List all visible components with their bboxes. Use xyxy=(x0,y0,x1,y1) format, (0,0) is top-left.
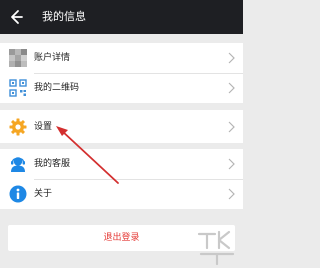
chevron-right-icon xyxy=(228,82,235,94)
my-qr-code-row[interactable]: 我的二维码 xyxy=(0,73,243,103)
settings-group: 设置 xyxy=(0,110,243,143)
help-group: 我的客服 关于 xyxy=(0,149,243,209)
page-title: 我的信息 xyxy=(42,10,86,23)
chevron-right-icon xyxy=(228,158,235,170)
back-arrow-icon[interactable] xyxy=(8,9,24,25)
chevron-right-icon xyxy=(228,52,235,64)
gear-icon xyxy=(9,118,27,136)
chevron-right-icon xyxy=(228,188,235,200)
about-label: 关于 xyxy=(34,189,53,199)
account-details-label: 账户详情 xyxy=(34,53,71,63)
customer-service-row[interactable]: 我的客服 xyxy=(0,149,243,179)
chevron-right-icon xyxy=(228,121,235,133)
info-icon xyxy=(9,185,27,203)
customer-service-label: 我的客服 xyxy=(34,159,71,169)
settings-label: 设置 xyxy=(34,122,53,132)
watermark-logo-icon xyxy=(197,230,235,266)
account-details-row[interactable]: 账户详情 xyxy=(0,43,243,73)
customer-service-icon xyxy=(11,157,25,172)
qr-code-icon xyxy=(9,79,27,97)
settings-row[interactable]: 设置 xyxy=(0,112,243,142)
about-row[interactable]: 关于 xyxy=(0,179,243,209)
account-group: 账户详情 我的二维码 xyxy=(0,43,243,103)
header-bar: 我的信息 xyxy=(0,0,243,34)
avatar-icon xyxy=(9,49,27,67)
my-qr-code-label: 我的二维码 xyxy=(34,83,80,93)
